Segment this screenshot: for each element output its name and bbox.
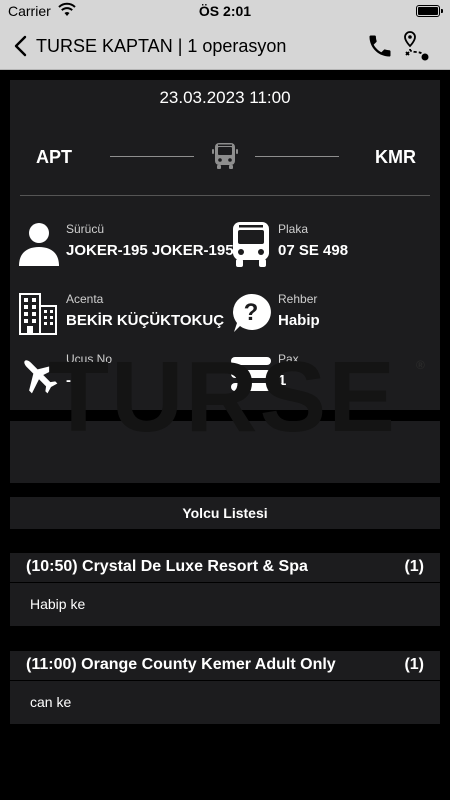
flight-value: - [66, 372, 71, 389]
driver-value: JOKER-195 JOKER-195 [66, 242, 234, 259]
plate-value: 07 SE 498 [278, 242, 349, 259]
agency-value: BEKİR KÜÇÜKTOKUÇ [66, 312, 225, 329]
flight-label: Uçuş No [66, 352, 113, 366]
plate-label: Plaka [278, 222, 309, 236]
building-icon [19, 293, 57, 335]
list-lines-icon [231, 357, 271, 391]
page-title: TURSE KAPTAN | 1 operasyon [36, 36, 287, 56]
hotel-pax-count: (1) [404, 558, 424, 575]
back-chevron-icon[interactable] [10, 34, 32, 58]
route-line-left [110, 156, 194, 157]
passenger-list-header: Yolcu Listesi [10, 497, 440, 529]
operation-datetime: 23.03.2023 11:00 [159, 88, 291, 107]
hotel-group[interactable]: (11:00) Orange County Kemer Adult Only (… [10, 651, 440, 724]
battery-icon [416, 5, 443, 17]
hotel-group-header[interactable]: (10:50) Crystal De Luxe Resort & Spa (1) [10, 553, 440, 583]
divider [20, 195, 430, 196]
route-line-right [255, 156, 339, 157]
empty-card [10, 421, 440, 483]
pax-label: Pax [278, 352, 299, 366]
pax-value: 1 [278, 372, 287, 389]
bus-front-icon [233, 222, 269, 267]
phone-icon[interactable] [366, 32, 394, 60]
hotel-group-header[interactable]: (11:00) Orange County Kemer Adult Only (… [10, 651, 440, 681]
hotel-pax-count: (1) [404, 656, 424, 673]
passenger-row[interactable]: Habip ke [10, 583, 440, 626]
navbar: TURSE KAPTAN | 1 operasyon [0, 22, 450, 70]
question-bubble-icon: ? [233, 293, 271, 332]
svg-text:?: ? [244, 299, 259, 326]
route-map-icon[interactable] [402, 30, 432, 62]
hotel-name: (11:00) Orange County Kemer Adult Only [26, 656, 336, 673]
bus-icon [212, 143, 238, 169]
agency-label: Acenta [66, 292, 104, 306]
guide-label: Rehber [278, 292, 318, 306]
airplane-icon [24, 360, 58, 394]
operation-info-card: 23.03.2023 11:00 APT KMR Sürücü JOKER-19… [10, 80, 440, 410]
status-bar: Carrier ÖS 2:01 [0, 0, 450, 22]
departure-code: APT [36, 147, 72, 167]
hotel-group[interactable]: (10:50) Crystal De Luxe Resort & Spa (1)… [10, 553, 440, 626]
hotel-name: (10:50) Crystal De Luxe Resort & Spa [26, 558, 308, 575]
status-time: ÖS 2:01 [198, 3, 252, 19]
person-icon [19, 223, 59, 266]
arrival-code: KMR [375, 147, 416, 167]
driver-label: Sürücü [66, 222, 105, 236]
guide-value: Habip [278, 312, 320, 329]
passenger-row[interactable]: can ke [10, 681, 440, 724]
